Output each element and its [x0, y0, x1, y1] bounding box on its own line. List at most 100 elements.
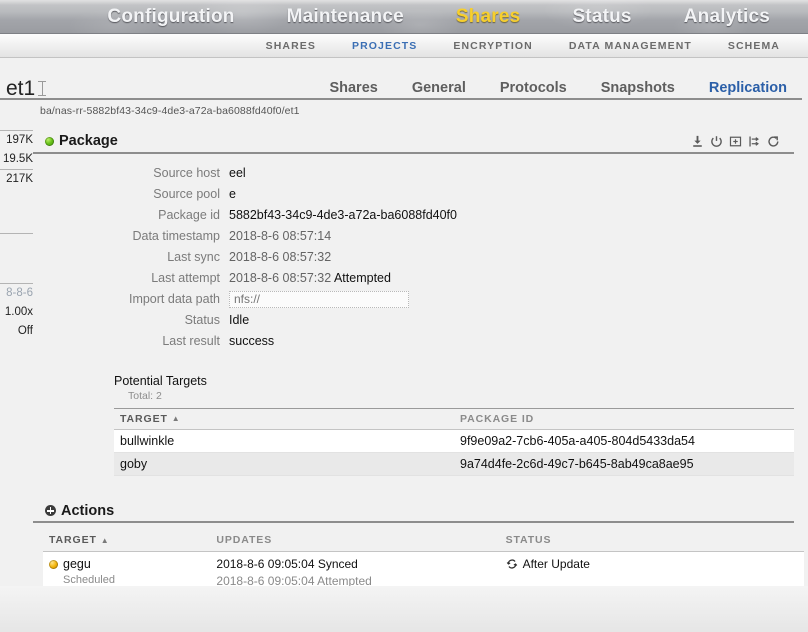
field-label: Last result: [162, 334, 220, 348]
breadcrumb: ba/nas-rr-5882bf43-34c9-4de3-a72a-ba6088…: [40, 105, 300, 117]
nav-item-status[interactable]: Status: [546, 0, 657, 33]
status-led-amber-icon: [49, 560, 58, 569]
field-status: Status Idle: [33, 310, 808, 331]
field-import-data-path: Import data path: [33, 289, 808, 310]
actions-section: Actions TARGET ▲ UPDATES STATUS gegu Sch…: [33, 500, 808, 597]
field-source-pool: Source pool e: [33, 184, 808, 205]
potential-targets-body: bullwinkle 9f9e09a2-7cb6-405a-a405-804d5…: [114, 429, 794, 476]
add-action-icon[interactable]: [45, 505, 56, 517]
field-package-id: Package id 5882bf43-34c9-4de3-a72a-ba608…: [33, 205, 808, 226]
column-header-target[interactable]: TARGET ▲: [114, 407, 454, 430]
subnav-item-encryption[interactable]: ENCRYPTION: [435, 40, 550, 52]
field-label: Package id: [158, 208, 220, 222]
column-header-status[interactable]: STATUS: [499, 529, 804, 552]
potential-targets-header: TARGET ▲ PACKAGE ID: [114, 407, 794, 430]
table-row[interactable]: gegu Scheduled 2018-8-6 09:05:04 Synced …: [43, 551, 804, 597]
subnav-item-data-management[interactable]: DATA MANAGEMENT: [551, 40, 710, 52]
action-status: After Update: [506, 557, 804, 571]
field-label: Source host: [153, 166, 220, 180]
action-target-mode: Scheduled: [63, 573, 115, 586]
actions-panel-title: Actions: [61, 502, 115, 519]
column-header-label: TARGET: [120, 412, 168, 425]
column-header-label: PACKAGE ID: [460, 412, 535, 425]
import-data-path-input[interactable]: [229, 290, 409, 308]
cell-target: gegu Scheduled: [43, 551, 211, 597]
table-header-row: TARGET ▲ UPDATES STATUS: [43, 529, 804, 552]
app-window: Configuration Maintenance Shares Status …: [0, 0, 808, 632]
nav-item-analytics[interactable]: Analytics: [658, 0, 796, 33]
sever-icon[interactable]: [748, 135, 761, 148]
field-value: [229, 290, 409, 308]
action-target-text: gegu Scheduled: [63, 557, 115, 587]
field-value-timestamp: 2018-8-6 08:57:32: [229, 271, 332, 285]
column-header-updates[interactable]: UPDATES: [210, 529, 500, 552]
cell-target: goby: [114, 452, 454, 476]
potential-targets-section: Potential Targets Total: 2 TARGET ▲ PACKA…: [114, 374, 794, 476]
table-row[interactable]: bullwinkle 9f9e09a2-7cb6-405a-a405-804d5…: [114, 429, 794, 453]
potential-targets-total: Total: 2: [128, 389, 162, 402]
clone-icon[interactable]: [729, 135, 742, 148]
secondary-navigation-bar: SHARES PROJECTS ENCRYPTION DATA MANAGEME…: [0, 34, 808, 58]
field-value: success: [229, 334, 275, 348]
field-value: 2018-8-6 08:57:32: [229, 250, 332, 264]
cell-package-id: 9a74d4fe-2c6d-49c7-b645-8ab49ca8ae95: [454, 452, 794, 476]
field-last-attempt: Last attempt 2018-8-6 08:57:32 Attempted: [33, 268, 808, 289]
page-header: et1 Shares General Protocols Snapshots R…: [0, 66, 808, 100]
subnav-item-schema[interactable]: SCHEMA: [710, 40, 798, 52]
cell-updates: 2018-8-6 09:05:04 Synced 2018-8-6 09:05:…: [210, 551, 500, 597]
field-data-timestamp: Data timestamp 2018-8-6 08:57:14: [33, 226, 808, 247]
package-toolbar: [691, 135, 780, 148]
nav-item-shares[interactable]: Shares: [430, 0, 547, 33]
column-header-target[interactable]: TARGET ▲: [43, 529, 211, 552]
action-target: gegu Scheduled: [49, 557, 210, 587]
field-value: 2018-8-6 08:57:14: [229, 229, 332, 243]
table-header-row: TARGET ▲ PACKAGE ID: [114, 407, 794, 430]
cell-target: bullwinkle: [114, 429, 454, 453]
status-led-green-icon: [45, 136, 54, 146]
project-usage-sidebar: 197K 19.5K 217K 8-8-6 1.00x Off: [0, 130, 33, 341]
field-source-host: Source host eel: [33, 163, 808, 184]
page-title[interactable]: et1: [0, 78, 50, 100]
cell-package-id: 9f9e09a2-7cb6-405a-a405-804d5433da54: [454, 429, 794, 453]
text-cursor-icon: [38, 81, 47, 96]
sidebar-value-data: 197K: [6, 134, 33, 146]
field-value-state: Attempted: [333, 271, 391, 285]
sidebar-value-date: 8-8-6: [6, 287, 33, 299]
column-header-package-id[interactable]: PACKAGE ID: [454, 407, 794, 430]
subnav-item-shares[interactable]: SHARES: [248, 40, 334, 52]
cell-status: After Update: [499, 551, 804, 597]
potential-targets-table: TARGET ▲ PACKAGE ID bullwinkle 9f9e09a2-7…: [114, 407, 794, 476]
column-header-label: STATUS: [505, 534, 552, 546]
sort-ascending-icon: ▲: [171, 414, 181, 424]
download-icon[interactable]: [691, 135, 704, 148]
actions-table-header: TARGET ▲ UPDATES STATUS: [43, 529, 804, 552]
field-label: Status: [184, 313, 220, 327]
main-content: Package Source host eel Source pool e Pa…: [33, 130, 808, 632]
field-last-result: Last result success: [33, 331, 808, 352]
package-fields: Source host eel Source pool e Package id…: [33, 154, 808, 352]
field-value: eel: [229, 166, 246, 180]
field-value: Idle: [229, 313, 250, 327]
subnav-item-projects[interactable]: PROJECTS: [334, 40, 435, 52]
field-label: Data timestamp: [132, 229, 220, 243]
field-label: Import data path: [128, 292, 220, 306]
field-value: e: [229, 187, 236, 201]
table-row[interactable]: goby 9a74d4fe-2c6d-49c7-b645-8ab49ca8ae9…: [114, 452, 794, 476]
page-title-text: et1: [6, 77, 36, 100]
nav-item-maintenance[interactable]: Maintenance: [261, 0, 430, 33]
power-icon[interactable]: [710, 135, 723, 148]
action-update-attempted: 2018-8-6 09:05:04 Attempted: [216, 573, 372, 588]
nav-item-configuration[interactable]: Configuration: [81, 0, 260, 33]
action-update-synced: 2018-8-6 09:05:04 Synced: [216, 557, 358, 571]
update-icon[interactable]: [767, 135, 780, 148]
actions-table: TARGET ▲ UPDATES STATUS gegu Scheduled 2…: [43, 529, 804, 597]
package-panel-header: Package: [33, 130, 794, 154]
column-header-label: UPDATES: [216, 534, 273, 546]
field-label: Last attempt: [151, 271, 220, 285]
field-label: Last sync: [167, 250, 220, 264]
field-value-group: 2018-8-6 08:57:32 Attempted: [229, 271, 391, 285]
